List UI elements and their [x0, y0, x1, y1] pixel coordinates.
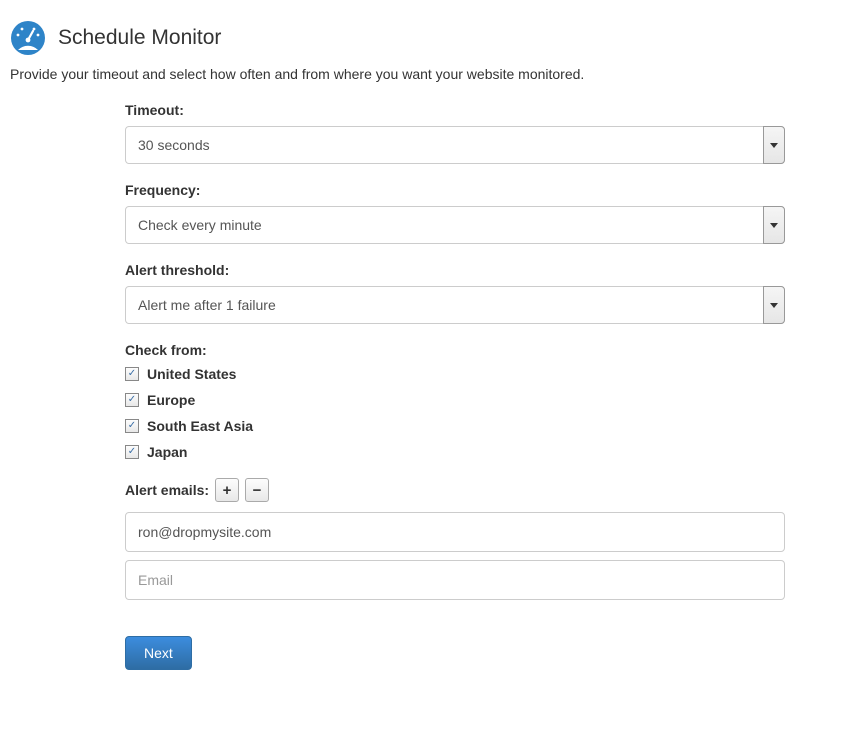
alert-emails-label: Alert emails:	[125, 482, 209, 498]
check-from-item: ✓ Japan	[125, 444, 785, 460]
alert-emails-header: Alert emails: + −	[125, 478, 785, 502]
check-from-item: ✓ United States	[125, 366, 785, 382]
check-from-item-label: South East Asia	[147, 418, 253, 434]
gauge-icon	[10, 20, 46, 56]
next-button[interactable]: Next	[125, 636, 192, 670]
alert-threshold-select[interactable]: Alert me after 1 failure	[125, 286, 785, 324]
alert-threshold-group: Alert threshold: Alert me after 1 failur…	[125, 262, 785, 324]
timeout-group: Timeout: 30 seconds	[125, 102, 785, 164]
timeout-select[interactable]: 30 seconds	[125, 126, 785, 164]
check-from-label: Check from:	[125, 342, 785, 358]
frequency-group: Frequency: Check every minute	[125, 182, 785, 244]
checkbox-united-states[interactable]: ✓	[125, 367, 139, 381]
add-email-button[interactable]: +	[215, 478, 239, 502]
frequency-label: Frequency:	[125, 182, 785, 198]
chevron-down-icon	[763, 206, 785, 244]
checkbox-japan[interactable]: ✓	[125, 445, 139, 459]
check-from-group: Check from: ✓ United States ✓ Europe ✓ S…	[125, 342, 785, 460]
check-from-item-label: Europe	[147, 392, 195, 408]
alert-email-input-1[interactable]	[125, 560, 785, 600]
alert-email-input-0[interactable]	[125, 512, 785, 552]
checkbox-south-east-asia[interactable]: ✓	[125, 419, 139, 433]
alert-emails-group: Alert emails: + −	[125, 478, 785, 608]
chevron-down-icon	[763, 286, 785, 324]
timeout-label: Timeout:	[125, 102, 785, 118]
minus-icon: −	[253, 482, 262, 499]
frequency-value: Check every minute	[125, 206, 785, 244]
monitor-form: Timeout: 30 seconds Frequency: Check eve…	[125, 102, 785, 670]
check-from-item-label: United States	[147, 366, 236, 382]
remove-email-button[interactable]: −	[245, 478, 269, 502]
page-title: Schedule Monitor	[58, 26, 221, 50]
alert-threshold-label: Alert threshold:	[125, 262, 785, 278]
plus-icon: +	[223, 482, 232, 499]
page-header: Schedule Monitor	[10, 20, 856, 56]
chevron-down-icon	[763, 126, 785, 164]
frequency-select[interactable]: Check every minute	[125, 206, 785, 244]
timeout-value: 30 seconds	[125, 126, 785, 164]
page-description: Provide your timeout and select how ofte…	[10, 66, 856, 82]
alert-threshold-value: Alert me after 1 failure	[125, 286, 785, 324]
check-from-item: ✓ South East Asia	[125, 418, 785, 434]
check-from-item: ✓ Europe	[125, 392, 785, 408]
check-from-list: ✓ United States ✓ Europe ✓ South East As…	[125, 366, 785, 460]
check-from-item-label: Japan	[147, 444, 187, 460]
checkbox-europe[interactable]: ✓	[125, 393, 139, 407]
